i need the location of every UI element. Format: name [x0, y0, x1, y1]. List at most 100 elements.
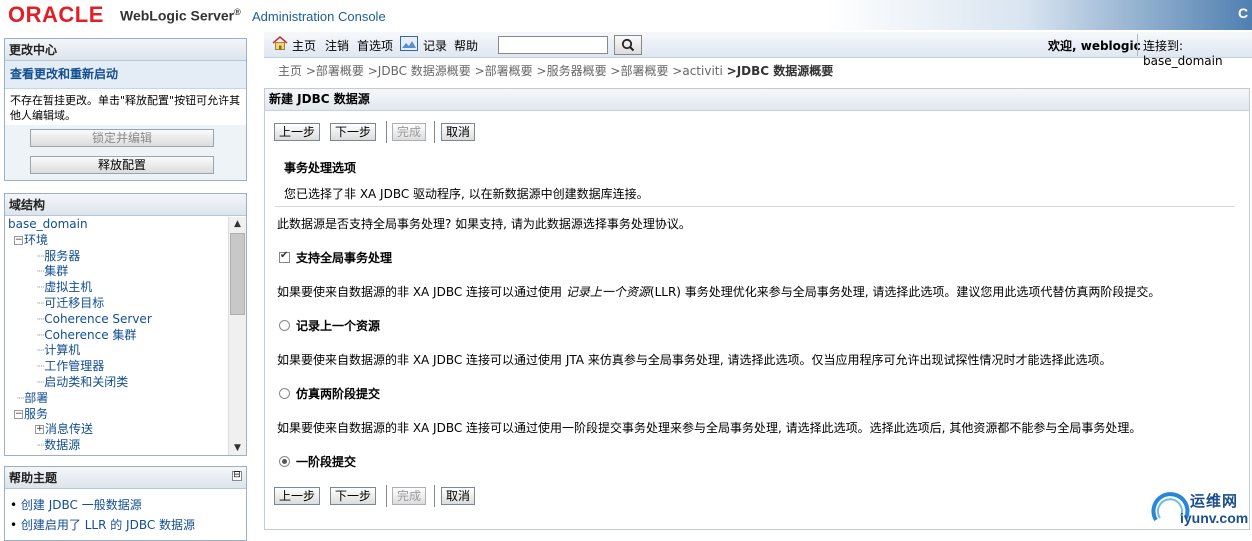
- breadcrumb-deployments[interactable]: >部署概要: [610, 64, 668, 78]
- scroll-down-arrow-icon[interactable]: ▼: [229, 441, 246, 455]
- tree-item-label[interactable]: 部署: [24, 391, 48, 405]
- tree-item-data-sources[interactable]: ┈数据源: [5, 438, 227, 454]
- breadcrumb-deployments[interactable]: >部署概要: [475, 64, 533, 78]
- view-changes-link[interactable]: 查看更改和重新启动: [10, 67, 118, 81]
- tree-item-migratable-targets[interactable]: ┈可迁移目标: [5, 296, 227, 312]
- site-watermark: 运维网 iyunv.com: [1150, 486, 1250, 532]
- tree-item-label[interactable]: Coherence Server: [44, 312, 152, 326]
- nav-record-link[interactable]: 记录: [423, 37, 447, 54]
- connected-to-domain: 连接到: base_domain: [1143, 39, 1223, 68]
- support-global-checkbox[interactable]: [279, 250, 290, 263]
- breadcrumb-home[interactable]: 主页: [278, 64, 302, 78]
- finish-button[interactable]: 完成: [392, 487, 427, 505]
- release-configuration-button[interactable]: 释放配置: [30, 156, 214, 174]
- domain-structure-title: 域结构: [5, 194, 246, 216]
- breadcrumb-jdbc-summary[interactable]: >JDBC 数据源概要: [368, 64, 471, 78]
- collapse-icon[interactable]: ⊟: [232, 471, 242, 481]
- console-name: Administration Console: [252, 9, 386, 24]
- help-item: • 创建 JDBC 一般数据源: [10, 498, 142, 512]
- scroll-thumb[interactable]: [230, 233, 245, 315]
- back-button[interactable]: 上一步: [274, 123, 321, 141]
- next-button[interactable]: 下一步: [330, 123, 377, 141]
- option-emulate[interactable]: 仿真两阶段提交: [279, 385, 380, 402]
- option-support-global[interactable]: 支持全局事务处理: [279, 249, 392, 266]
- option-llr[interactable]: 记录上一个资源: [279, 317, 380, 334]
- breadcrumb-deployments[interactable]: >部署概要: [306, 64, 364, 78]
- tree-item-label[interactable]: Coherence 集群: [44, 328, 136, 342]
- support-global-label: 支持全局事务处理: [296, 251, 393, 265]
- tree-item-label[interactable]: 服务: [24, 407, 48, 421]
- global-transaction-question: 此数据源是否支持全局事务处理? 如果支持, 请为此数据源选择事务处理协议。: [277, 217, 691, 231]
- button-separator: [386, 121, 387, 143]
- record-icon[interactable]: [400, 36, 418, 51]
- tree-item-services[interactable]: −服务: [5, 407, 227, 423]
- emulate-radio[interactable]: [279, 388, 290, 399]
- cancel-button[interactable]: 取消: [441, 487, 476, 505]
- tree-item-startup-shutdown[interactable]: ┈启动类和关闭类: [5, 375, 227, 391]
- watermark-en: iyunv.com: [1180, 510, 1249, 526]
- app-header: ORACLE WebLogic Server® Administration C…: [0, 0, 1252, 30]
- tree-item-clusters[interactable]: ┈集群: [5, 264, 227, 280]
- breadcrumb-current: >JDBC 数据源概要: [726, 64, 834, 78]
- nav-home-link[interactable]: 主页: [292, 37, 316, 54]
- next-button[interactable]: 下一步: [330, 487, 377, 505]
- option-one-phase[interactable]: 一阶段提交: [279, 453, 356, 470]
- breadcrumb-activiti[interactable]: >activiti: [672, 64, 723, 78]
- tree-item-messaging[interactable]: +消息传送: [5, 422, 227, 438]
- home-icon[interactable]: [272, 35, 288, 51]
- tree-item-label[interactable]: 消息传送: [45, 422, 93, 436]
- llr-radio[interactable]: [279, 320, 290, 331]
- tree-item-deployments[interactable]: ┈部署: [5, 391, 227, 407]
- back-button[interactable]: 上一步: [274, 487, 321, 505]
- help-topics-list: • 创建 JDBC 一般数据源 • 创建启用了 LLR 的 JDBC 数据源: [5, 489, 246, 535]
- page-title: 新建 JDBC 数据源: [265, 89, 1249, 111]
- tree-scrollbar[interactable]: ▲ ▼: [228, 217, 246, 455]
- tree-item-label[interactable]: 虚拟主机: [44, 280, 92, 294]
- main-content-panel: 新建 JDBC 数据源 上一步 下一步 完成 取消 事务处理选项 您已选择了非 …: [264, 88, 1250, 530]
- expand-icon[interactable]: +: [35, 425, 44, 435]
- lock-and-edit-button[interactable]: 锁定并编辑: [30, 129, 214, 147]
- tree-item-label[interactable]: 集群: [44, 264, 68, 278]
- help-topics-title: 帮助主题: [5, 467, 246, 489]
- cancel-button[interactable]: 取消: [441, 123, 476, 141]
- top-navigation-bar: 主页 注销 首选项 记录 帮助 欢迎, weblogic 连接到: base_d…: [264, 32, 1252, 68]
- help-link-create-jdbc[interactable]: 创建 JDBC 一般数据源: [21, 498, 142, 512]
- tree-item-virtual-hosts[interactable]: ┈虚拟主机: [5, 280, 227, 296]
- nav-logout-link[interactable]: 注销: [325, 37, 349, 54]
- help-topics-panel: 帮助主题 ⊟ • 创建 JDBC 一般数据源 • 创建启用了 LLR 的 JDB…: [4, 466, 247, 541]
- search-input[interactable]: [498, 36, 608, 54]
- llr-label: 记录上一个资源: [296, 319, 381, 333]
- tree-item-environment[interactable]: −环境: [5, 233, 227, 249]
- one-phase-description: 如果要使来自数据源的非 XA JDBC 连接可以通过使用一阶段提交事务处理来参与…: [277, 421, 1142, 435]
- tree-item-coherence-server[interactable]: ┈Coherence Server: [5, 312, 227, 328]
- tree-item-label[interactable]: 计算机: [44, 343, 80, 357]
- help-item: • 创建启用了 LLR 的 JDBC 数据源: [10, 518, 196, 532]
- tree-item-servers[interactable]: ┈服务器: [5, 249, 227, 265]
- tree-item-label[interactable]: 服务器: [44, 249, 80, 263]
- tree-item-coherence-cluster[interactable]: ┈Coherence 集群: [5, 328, 227, 344]
- tree-item-label[interactable]: 工作管理器: [44, 359, 104, 373]
- search-button[interactable]: [614, 35, 642, 55]
- llr-description: 如果要使来自数据源的非 XA JDBC 连接可以通过使用 记录上一个资源(LLR…: [277, 283, 1160, 300]
- divider: [275, 206, 1235, 207]
- xa-driver-note: 您已选择了非 XA JDBC 驱动程序, 以在新数据源中创建数据库连接。: [284, 187, 649, 201]
- tree-item-machines[interactable]: ┈计算机: [5, 343, 227, 359]
- tree-item-work-managers[interactable]: ┈工作管理器: [5, 359, 227, 375]
- tree-item-base-domain[interactable]: base_domain: [5, 217, 227, 233]
- nav-preferences-link[interactable]: 首选项: [357, 37, 393, 54]
- oracle-logo: ORACLE: [8, 2, 104, 27]
- finish-button[interactable]: 完成: [392, 123, 427, 141]
- help-link-create-llr-jdbc[interactable]: 创建启用了 LLR 的 JDBC 数据源: [21, 518, 195, 532]
- collapse-icon[interactable]: −: [14, 235, 23, 245]
- tree-item-label[interactable]: 可迁移目标: [44, 296, 104, 310]
- nav-help-link[interactable]: 帮助: [454, 37, 478, 54]
- tree-item-label[interactable]: 数据源: [44, 438, 80, 452]
- tree-item-label[interactable]: 环境: [24, 233, 48, 247]
- breadcrumb-servers[interactable]: >服务器概要: [537, 64, 607, 78]
- one-phase-radio[interactable]: [279, 456, 290, 467]
- change-center-message: 不存在暂挂更改。单击"释放配置"按钮可允许其他人编辑域。: [5, 89, 246, 125]
- collapse-icon[interactable]: −: [14, 409, 23, 419]
- scroll-up-arrow-icon[interactable]: ▲: [229, 217, 246, 231]
- tree-item-label[interactable]: 启动类和关闭类: [44, 375, 128, 389]
- tree-item-label[interactable]: base_domain: [8, 217, 88, 231]
